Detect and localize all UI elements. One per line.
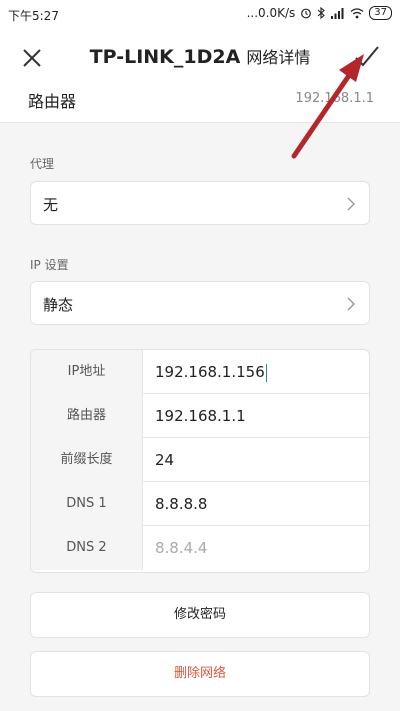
checkmark-icon xyxy=(355,46,379,67)
chevron-right-icon xyxy=(347,297,355,311)
ip-settings-select[interactable]: 静态 xyxy=(30,281,370,325)
alarm-icon xyxy=(301,8,312,19)
status-icons: ...0.0K/s 37 xyxy=(247,6,392,20)
settings-content: 代理 无 IP 设置 静态 IP地址 192.168.1.156 路由器 192… xyxy=(0,123,400,711)
prefix-length-label: 前缀长度 xyxy=(31,438,143,482)
text-cursor xyxy=(265,363,268,382)
gateway-label: 路由器 xyxy=(31,394,143,438)
chevron-right-icon xyxy=(347,197,355,211)
dns1-input[interactable]: 8.8.8.8 xyxy=(155,482,207,526)
network-speed: ...0.0K/s xyxy=(246,6,296,20)
close-icon xyxy=(23,49,41,67)
dns1-row: DNS 1 8.8.8.8 xyxy=(31,482,369,526)
title-bar: TP-LINK_1D2A 网络详情 xyxy=(0,30,400,84)
router-value: 192.168.1.1 xyxy=(295,91,374,106)
ip-address-input[interactable]: 192.168.1.156 xyxy=(155,350,268,394)
signal-icon xyxy=(331,8,344,19)
gateway-input[interactable]: 192.168.1.1 xyxy=(155,394,246,438)
router-summary-row: 路由器 192.168.1.1 xyxy=(0,84,400,123)
close-button[interactable] xyxy=(18,44,46,72)
ip-address-label: IP地址 xyxy=(31,350,143,394)
wifi-icon xyxy=(350,8,364,19)
page-subtitle: 网络详情 xyxy=(246,48,311,67)
router-label: 路由器 xyxy=(28,92,77,111)
dns2-row: DNS 2 8.8.4.4 xyxy=(31,526,369,570)
proxy-section-label: 代理 xyxy=(30,157,55,171)
modify-password-button[interactable]: 修改密码 xyxy=(30,592,370,638)
bluetooth-icon xyxy=(317,7,326,19)
proxy-select[interactable]: 无 xyxy=(30,181,370,225)
prefix-length-input[interactable]: 24 xyxy=(155,438,174,482)
page-title: TP-LINK_1D2A 网络详情 xyxy=(60,44,340,68)
static-ip-form: IP地址 192.168.1.156 路由器 192.168.1.1 前缀长度 … xyxy=(30,349,370,573)
ip-settings-value: 静态 xyxy=(43,296,74,314)
status-time: 下午5:27 xyxy=(8,9,59,23)
dns2-label: DNS 2 xyxy=(31,526,143,570)
ip-settings-section-label: IP 设置 xyxy=(30,258,69,272)
proxy-value: 无 xyxy=(43,196,59,214)
ip-address-row: IP地址 192.168.1.156 xyxy=(31,350,369,394)
ip-address-value: 192.168.1.156 xyxy=(155,363,265,381)
battery-indicator: 37 xyxy=(369,6,392,20)
prefix-length-row: 前缀长度 24 xyxy=(31,438,369,482)
delete-network-button[interactable]: 删除网络 xyxy=(30,651,370,697)
confirm-button[interactable] xyxy=(352,42,382,72)
dns2-input[interactable]: 8.8.4.4 xyxy=(155,526,207,570)
network-name: TP-LINK_1D2A xyxy=(89,46,241,68)
status-bar: 下午5:27 ...0.0K/s 37 xyxy=(0,0,400,30)
dns1-label: DNS 1 xyxy=(31,482,143,526)
gateway-row: 路由器 192.168.1.1 xyxy=(31,394,369,438)
